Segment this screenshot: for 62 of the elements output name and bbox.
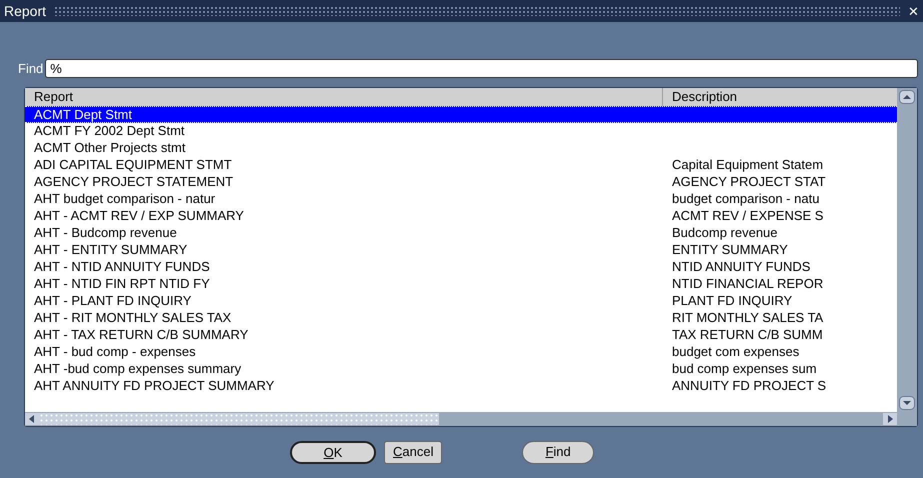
table-cell-text: ACMT Other Projects stmt (33, 140, 186, 156)
table-cell-text: AHT - NTID FIN RPT NTID FY (33, 276, 211, 292)
table-row[interactable]: AHT - ENTITY SUMMARY ENTITY SUMMARY (25, 242, 897, 258)
column-header[interactable]: Description (663, 88, 897, 106)
table-row[interactable]: AHT - Budcomp revenue Budcomp revenue (25, 224, 897, 242)
find-field[interactable]: % (45, 59, 918, 78)
find-label: Find (18, 60, 44, 78)
scroll-down-icon[interactable] (899, 396, 915, 410)
table-row[interactable]: AHT - TAX RETURN C/B SUMMARY TAX RETURN C/B SUMM (25, 326, 897, 344)
table-cell-text: AHT - bud comp - expenses (33, 344, 197, 360)
table-cell-text: Capital Equipment Statem (671, 156, 824, 174)
table-row[interactable]: AHT - ACMT REV / EXP SUMMARY ACMT REV / EXPENSE S (25, 208, 897, 224)
horizontal-scrollbar[interactable] (25, 412, 917, 426)
table-cell-text: ACMT Dept Stmt (33, 106, 134, 122)
window-title: Report (4, 2, 46, 21)
table-cell-text: ADI CAPITAL EQUIPMENT STMT (33, 156, 233, 174)
table-cell-text: Budcomp revenue (671, 224, 779, 242)
table-cell-text: budget com expenses (671, 344, 800, 360)
table-row[interactable]: AHT - RIT MONTHLY SALES TAX RIT MONTHLY SALES TA (25, 310, 897, 326)
table-row[interactable]: AHT - NTID FIN RPT NTID FY NTID FINANCIAL REPOR (25, 276, 897, 292)
table-cell-text: budget comparison - natu (671, 190, 820, 208)
table-cell-text: AGENCY PROJECT STAT (671, 174, 827, 190)
table-row[interactable]: AGENCY PROJECT STATEMENT AGENCY PROJECT STAT (25, 174, 897, 190)
table-row[interactable]: AHT - NTID ANNUITY FUNDS NTID ANNUITY FUNDS (25, 258, 897, 276)
table-cell-text: AHT - Budcomp revenue (33, 224, 178, 242)
vertical-scrollbar[interactable] (897, 88, 917, 412)
table-row[interactable]: AHT - PLANT FD INQUIRY PLANT FD INQUIRY (25, 292, 897, 310)
table-cell-text: AHT ANNUITY FD PROJECT SUMMARY (33, 378, 276, 394)
table-cell-text: AGENCY PROJECT STATEMENT (33, 174, 234, 190)
table-cell-text: AHT -bud comp expenses summary (33, 360, 242, 378)
table-cell-text: AHT - ACMT REV / EXP SUMMARY (33, 208, 245, 224)
scroll-left-icon[interactable] (25, 412, 39, 424)
table-cell-text: PLANT FD INQUIRY (671, 292, 794, 310)
table-cell-text: TAX RETURN C/B SUMM (671, 326, 824, 344)
scroll-up-icon[interactable] (899, 90, 915, 104)
table-cell-text: ACMT REV / EXPENSE S (671, 208, 824, 224)
table-row[interactable]: ADI CAPITAL EQUIPMENT STMT Capital Equipment Statem (25, 156, 897, 174)
table-row[interactable]: AHT budget comparison - natur budget comparison - natu (25, 190, 897, 208)
table-cell-text: ACMT FY 2002 Dept Stmt (33, 122, 186, 140)
table-cell-text: AHT - RIT MONTHLY SALES TAX (33, 310, 232, 326)
table-cell-text: ENTITY SUMMARY (671, 242, 789, 258)
table-cell-text: NTID ANNUITY FUNDS (671, 258, 812, 276)
table-cell-text: AHT - ENTITY SUMMARY (33, 242, 188, 258)
scroll-right-icon[interactable] (883, 412, 897, 424)
table-row[interactable]: ACMT FY 2002 Dept Stmt (25, 122, 897, 140)
table-cell-text: bud comp expenses sum (671, 360, 818, 378)
table-cell-text: NTID FINANCIAL REPOR (671, 276, 824, 292)
dialog-button[interactable]: Find (522, 440, 594, 464)
table-row[interactable]: AHT ANNUITY FD PROJECT SUMMARY ANNUITY FD PROJECT S (25, 378, 897, 394)
table-row[interactable]: AHT - bud comp - expenses budget com expenses (25, 344, 897, 360)
table-row[interactable]: ACMT Dept Stmt (25, 106, 897, 122)
close-button[interactable]: ✕ (908, 4, 919, 18)
table-row[interactable]: ACMT Other Projects stmt (25, 140, 897, 156)
dialog-button[interactable]: Cancel (384, 440, 442, 464)
dialog-button[interactable]: OK (290, 440, 376, 464)
table-cell-text: RIT MONTHLY SALES TA (671, 310, 824, 326)
table-cell-text: AHT - TAX RETURN C/B SUMMARY (33, 326, 250, 344)
table-cell-text: ANNUITY FD PROJECT S (671, 378, 828, 394)
table-cell-text: AHT budget comparison - natur (33, 190, 216, 208)
table-row[interactable]: AHT -bud comp expenses summary bud comp expenses sum (25, 360, 897, 378)
table-cell-text: AHT - NTID ANNUITY FUNDS (33, 258, 211, 276)
table-cell-text: AHT - PLANT FD INQUIRY (33, 292, 192, 310)
